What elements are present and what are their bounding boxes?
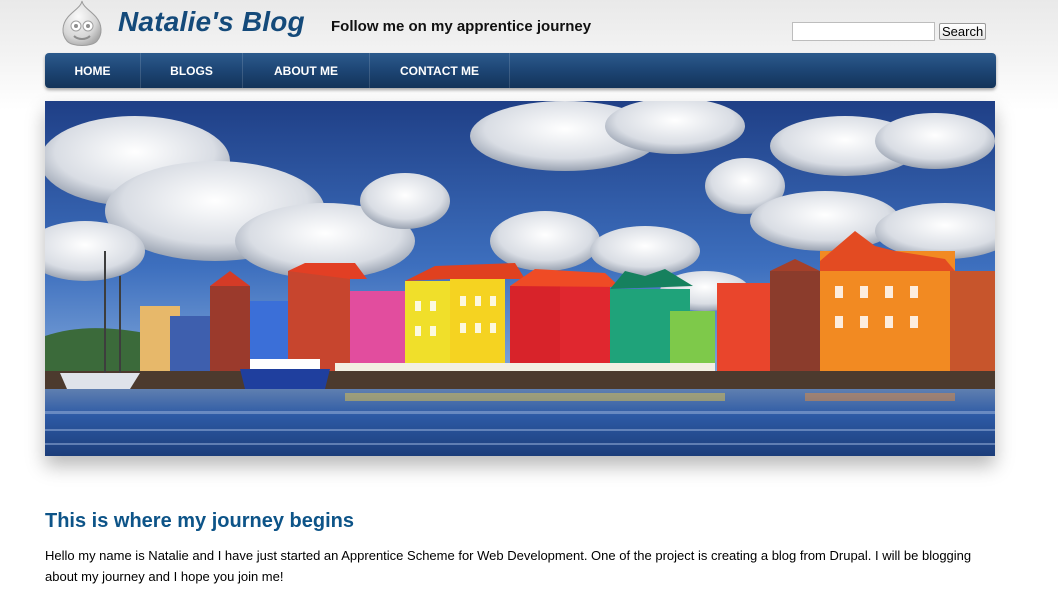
search-button[interactable]: Search <box>939 22 987 40</box>
nav-item-contact-me[interactable]: CONTACT ME <box>370 53 510 88</box>
nav-item-blogs[interactable]: BLOGS <box>141 53 243 88</box>
drupal-drop-icon <box>62 0 102 46</box>
site-slogan: Follow me on my apprentice journey <box>331 18 592 35</box>
site-logo[interactable] <box>59 0 105 48</box>
page-title[interactable]: This is where my journey begins <box>45 510 354 533</box>
nav-item-home[interactable]: HOME <box>45 53 141 88</box>
search-input[interactable] <box>792 21 935 41</box>
banner-image <box>45 101 995 456</box>
main-nav: HOME BLOGS ABOUT ME CONTACT ME <box>45 53 996 88</box>
banner-illustration <box>45 101 995 456</box>
nav-item-about-me[interactable]: ABOUT ME <box>243 53 370 88</box>
search-form: Search <box>792 20 987 42</box>
site-name[interactable]: Natalie's Blog <box>118 6 305 38</box>
post-body: Hello my name is Natalie and I have just… <box>45 548 972 584</box>
